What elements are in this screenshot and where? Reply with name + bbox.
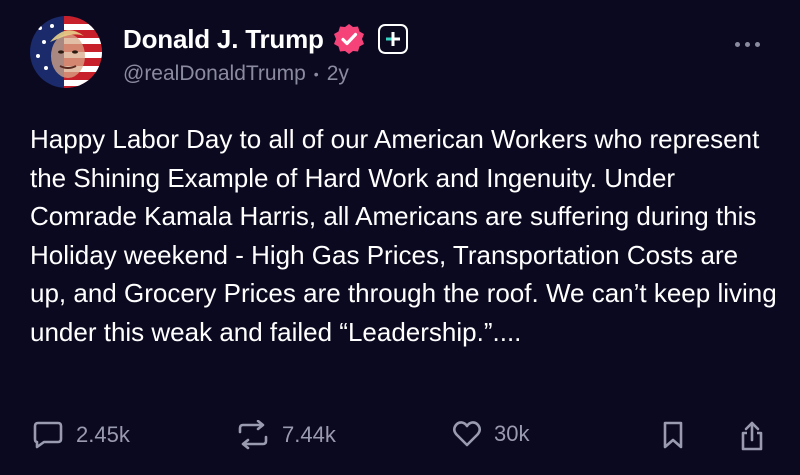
like-button[interactable]: 30k [452, 420, 529, 448]
post-text: Happy Labor Day to all of our American W… [30, 124, 777, 347]
like-count: 30k [494, 421, 530, 446]
action-bar: 2.45k 7.44k 30k [0, 420, 800, 460]
plus-icon[interactable] [377, 24, 408, 54]
verified-badge-icon [332, 22, 366, 56]
bookmark-button[interactable] [662, 420, 684, 450]
avatar[interactable] [30, 16, 102, 88]
reply-icon [33, 421, 63, 449]
repost-count: 7.44k [282, 422, 336, 447]
share-icon [741, 421, 763, 451]
more-icon[interactable] [735, 42, 760, 47]
author-handle[interactable]: @realDonaldTrump [123, 62, 306, 86]
repost-icon [238, 420, 268, 450]
author-name[interactable]: Donald J. Trump [123, 24, 324, 55]
share-button[interactable] [738, 420, 766, 452]
repost-button[interactable]: 7.44k [236, 420, 336, 450]
separator: • [313, 66, 319, 82]
reply-count: 2.45k [76, 422, 130, 447]
reply-button[interactable]: 2.45k [32, 420, 130, 450]
bookmark-icon [663, 421, 683, 449]
handle-row: @realDonaldTrump • 2y [123, 62, 349, 86]
author-row: Donald J. Trump [123, 20, 408, 58]
like-icon [452, 421, 482, 447]
post-timestamp[interactable]: 2y [327, 62, 349, 86]
